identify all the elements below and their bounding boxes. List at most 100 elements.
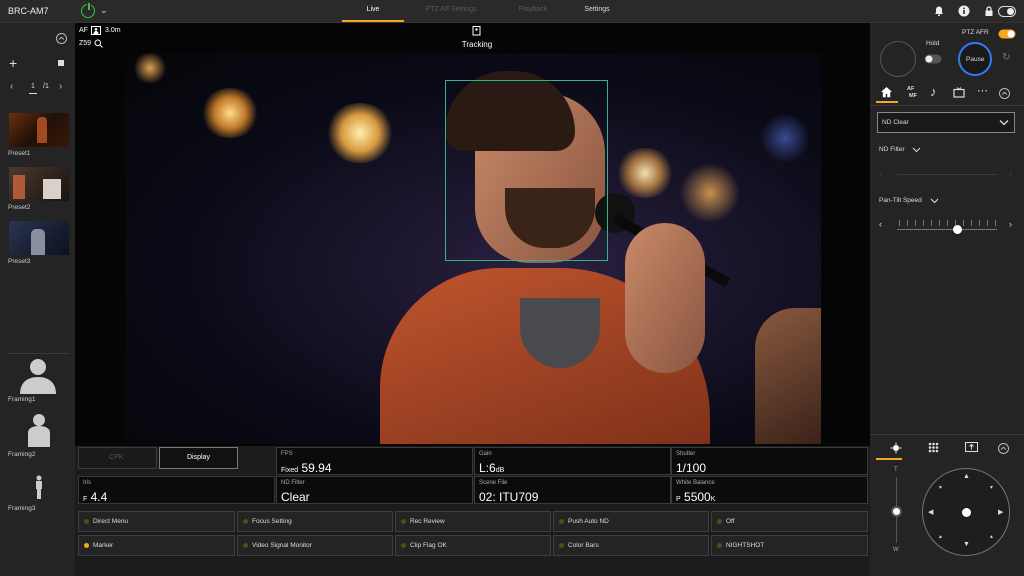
stage-light-2 — [325, 103, 395, 163]
marker-button[interactable]: Marker — [78, 535, 235, 556]
ptz-afr-toggle[interactable] — [998, 29, 1016, 39]
push-auto-nd-button[interactable]: Push Auto ND — [553, 511, 709, 532]
preset-thumbnail-1[interactable] — [9, 113, 69, 147]
background-person — [755, 308, 821, 444]
page-next-icon[interactable]: › — [59, 81, 62, 92]
status-dot — [401, 519, 406, 524]
pan-tilt-mode-icon[interactable] — [890, 442, 902, 454]
info-icon[interactable] — [958, 5, 970, 17]
pan-tilt-speed-label: Pan-Tilt Speed — [879, 197, 922, 204]
framing-half-icon[interactable] — [26, 413, 52, 449]
hold-label: Hold — [926, 40, 940, 47]
video-signal-monitor-button[interactable]: Video Signal Monitor — [237, 535, 393, 556]
nd-slider-next-icon[interactable]: › — [1009, 168, 1012, 178]
tab-ptz-af-settings[interactable]: PTZ AF Settings — [415, 6, 487, 13]
stop-icon[interactable] — [58, 60, 64, 66]
tracking-box[interactable] — [445, 80, 608, 261]
af-mf-tab-af[interactable]: AF — [907, 86, 914, 92]
collapse-up-icon[interactable] — [998, 443, 1009, 454]
page-prev-icon[interactable]: ‹ — [10, 81, 13, 92]
audio-icon[interactable]: ♪ — [930, 84, 937, 99]
pan-tilt-joystick[interactable]: ▲ ▼ ◀ ▶ ▲ ▲ ▲ ▲ — [922, 468, 1010, 556]
add-preset-icon[interactable]: + — [9, 55, 17, 71]
down-left-arrow-icon[interactable]: ▲ — [937, 533, 945, 541]
pan-right-arrow-icon[interactable]: ▶ — [998, 508, 1003, 516]
nd-clear-select[interactable]: ND Clear — [877, 112, 1015, 133]
off-button[interactable]: Off — [711, 511, 868, 532]
nd-slider-prev-icon[interactable]: ‹ — [879, 168, 882, 178]
speed-prev-icon[interactable]: ‹ — [879, 219, 882, 229]
screen-move-icon[interactable] — [965, 441, 978, 453]
preset-thumbnail-2[interactable] — [9, 167, 69, 201]
preset-thumbnail-3[interactable] — [9, 221, 69, 255]
gain-cell[interactable]: Gain L:6dB — [474, 447, 671, 475]
fps-cell[interactable]: FPS Fixed 59.94 — [276, 447, 473, 475]
lock-icon[interactable] — [983, 5, 995, 17]
more-icon[interactable]: ⋯ — [977, 84, 988, 97]
grid-icon[interactable] — [928, 442, 939, 453]
clip-flag-ok-button[interactable]: Clip Flag OK — [395, 535, 551, 556]
tab-settings[interactable]: Settings — [572, 6, 622, 13]
display-tab[interactable]: Display — [159, 447, 238, 469]
tracking-icon — [472, 26, 481, 36]
status-dot — [84, 519, 89, 524]
nightshot-button[interactable]: NIGHTSHOT — [711, 535, 868, 556]
up-left-arrow-icon[interactable]: ▲ — [937, 483, 945, 491]
active-control-tab — [876, 458, 902, 460]
pan-left-arrow-icon[interactable]: ◀ — [928, 508, 933, 516]
nd-select-value: ND Clear — [882, 119, 909, 126]
zoom-slider-knob[interactable] — [891, 506, 902, 517]
power-icon[interactable] — [81, 2, 95, 18]
button-label: Focus Setting — [252, 518, 292, 525]
collapse-up-icon[interactable] — [999, 88, 1010, 99]
speed-slider-ticks — [899, 220, 999, 226]
focus-setting-button[interactable]: Focus Setting — [237, 511, 393, 532]
tab-playback[interactable]: Playback — [505, 6, 561, 13]
toggle-icon[interactable] — [998, 6, 1016, 17]
speed-slider-knob[interactable] — [952, 225, 962, 234]
cpk-tab[interactable]: CPK — [78, 447, 157, 469]
home-icon[interactable] — [880, 86, 893, 98]
framing-body-icon[interactable] — [33, 475, 45, 499]
record-circle[interactable] — [880, 41, 916, 77]
up-right-arrow-icon[interactable]: ▲ — [988, 483, 996, 491]
framing-full-icon[interactable] — [18, 358, 58, 394]
af-mf-tab-mf[interactable]: MF — [909, 93, 917, 99]
white-balance-cell[interactable]: White Balance P 5500K — [671, 476, 868, 504]
nd-slider-track[interactable] — [897, 174, 997, 175]
down-right-arrow-icon[interactable]: ▲ — [988, 533, 996, 541]
direct-menu-button[interactable]: Direct Menu — [78, 511, 235, 532]
nd-cell[interactable]: ND Filter Clear — [276, 476, 473, 504]
fps-value: 59.94 — [301, 461, 332, 475]
pause-button[interactable]: Pause — [958, 42, 992, 76]
singer-hand — [625, 223, 705, 373]
chevron-down-icon[interactable] — [930, 198, 939, 204]
nd-label: ND Filter — [281, 480, 305, 486]
status-dot — [717, 519, 722, 524]
speed-slider-track[interactable] — [897, 229, 997, 230]
chevron-down-icon[interactable]: ⌄ — [100, 5, 108, 16]
chevron-down-icon[interactable] — [912, 147, 921, 153]
stage-light-1 — [200, 88, 260, 138]
hold-toggle[interactable] — [924, 54, 942, 64]
scene-file-cell[interactable]: Scene File 02: ITU709 — [474, 476, 671, 504]
collapse-up-icon[interactable] — [56, 33, 67, 44]
fps-prefix: Fixed — [281, 467, 299, 474]
speed-next-icon[interactable]: › — [1009, 219, 1012, 229]
bell-icon[interactable] — [933, 5, 945, 17]
zoom-wide-label: W — [893, 547, 899, 553]
refresh-icon[interactable]: ↻ — [1002, 52, 1010, 63]
tab-live[interactable]: Live — [342, 6, 404, 13]
iris-cell[interactable]: Iris F 4.4 — [78, 476, 275, 504]
rec-review-button[interactable]: Rec Review — [395, 511, 551, 532]
zoom-tele-label: T — [894, 467, 898, 473]
fps-label: FPS — [281, 451, 293, 457]
joystick-center[interactable] — [962, 508, 971, 517]
shutter-cell[interactable]: Shutter 1/100 — [671, 447, 868, 475]
color-bars-button[interactable]: Color Bars — [553, 535, 709, 556]
nd-filter-label: ND Filter — [879, 146, 905, 153]
tilt-down-arrow-icon[interactable]: ▼ — [963, 541, 970, 548]
display-tab-label: Display — [187, 454, 210, 461]
tilt-up-arrow-icon[interactable]: ▲ — [963, 473, 970, 480]
monitor-icon[interactable] — [953, 87, 965, 98]
